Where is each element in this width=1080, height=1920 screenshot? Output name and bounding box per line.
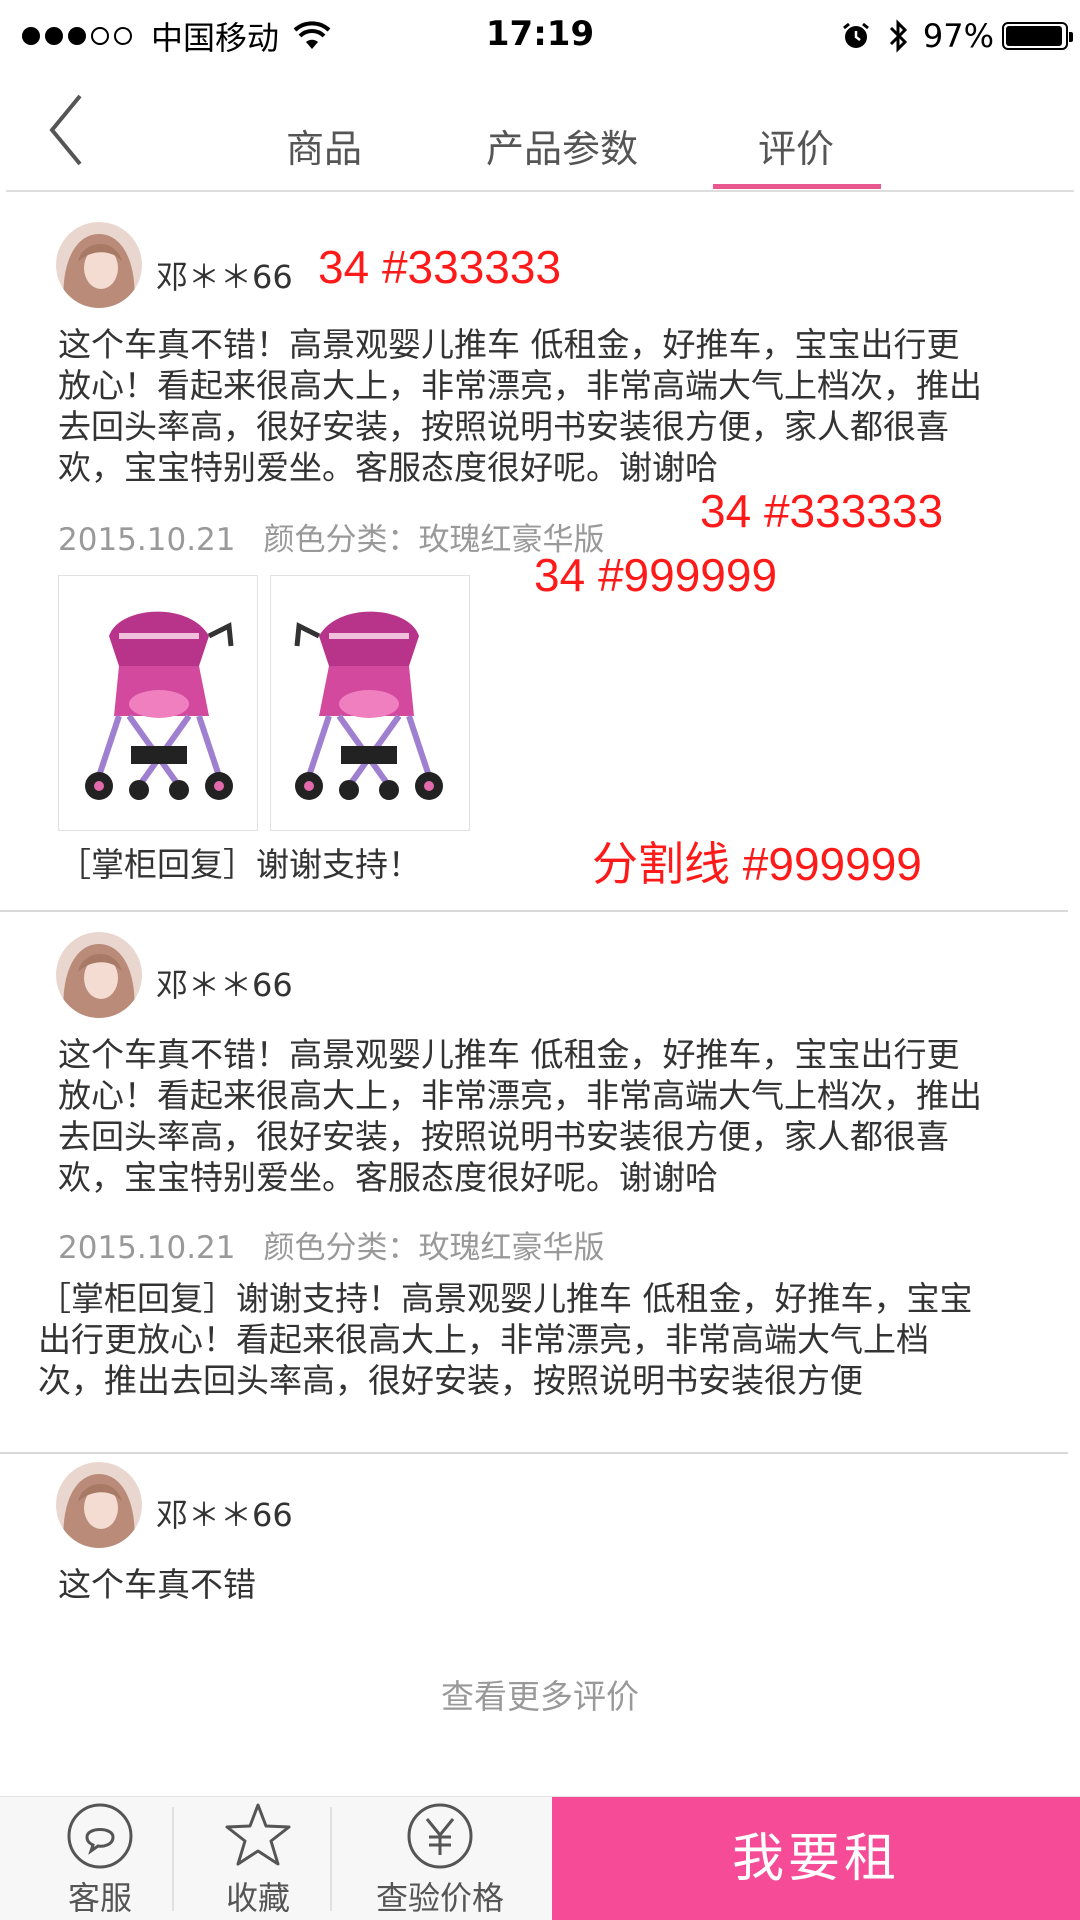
review-photo[interactable] [270, 575, 470, 831]
review-divider [0, 1452, 1068, 1454]
nav-divider [6, 190, 1074, 192]
back-icon[interactable] [46, 92, 86, 168]
review-divider [0, 910, 1068, 912]
service-label: 客服 [67, 1879, 132, 1917]
avatar [56, 1462, 142, 1548]
tab-params[interactable]: 产品参数 [486, 118, 638, 173]
avatar [56, 222, 142, 308]
review-text: 这个车真不错 [58, 1565, 256, 1604]
annotation-label: 34 #333333 [700, 485, 944, 537]
bluetooth-icon [889, 19, 907, 53]
battery-percent: 97% [922, 17, 994, 55]
status-bar: 中国移动 17:19 97% [0, 0, 1080, 70]
nav-bar: 商品 产品参数 评价 [0, 70, 1080, 192]
rent-button[interactable]: 我要租 [552, 1797, 1080, 1920]
review-date: 2015.10.21 [58, 1230, 236, 1266]
review-meta: 2015.10.21 颜色分类：玫瑰红豪华版 [58, 514, 605, 559]
star-icon [225, 1803, 291, 1866]
view-more-reviews-link[interactable]: 查看更多评价 [0, 1670, 1080, 1718]
annotation-label: 34 #999999 [534, 549, 778, 601]
review-photo[interactable] [58, 575, 258, 831]
bottom-action-bar: 客服 收藏 查验价格 我要租 [0, 1796, 1080, 1920]
battery-icon [1002, 22, 1073, 50]
service-button[interactable]: 客服 [30, 1797, 170, 1920]
review-username: 邓＊＊66 [156, 1496, 293, 1534]
check-price-label: 查验价格 [375, 1879, 504, 1917]
chat-icon [67, 1803, 133, 1869]
review-username: 邓＊＊66 [156, 258, 293, 296]
status-right: 97% [841, 14, 1073, 58]
check-price-button[interactable]: 查验价格 [350, 1797, 530, 1920]
favorite-label: 收藏 [225, 1879, 290, 1917]
seller-reply: ［掌柜回复］谢谢支持！高景观婴儿推车 低租金，好推车，宝宝出行更放心！看起来很高… [38, 1279, 973, 1400]
review-meta: 2015.10.21 颜色分类：玫瑰红豪华版 [58, 1222, 605, 1267]
review-text: 这个车真不错！高景观婴儿推车 低租金，好推车，宝宝出行更放心！看起来很高大上，非… [58, 1035, 982, 1197]
bottom-separator [330, 1807, 332, 1911]
review-date: 2015.10.21 [58, 522, 236, 558]
seller-reply: ［掌柜回复］谢谢支持！ [58, 845, 421, 884]
bottom-separator [172, 1807, 174, 1911]
review-username: 邓＊＊66 [156, 966, 293, 1004]
review-variant: 颜色分类：玫瑰红豪华版 [263, 1230, 605, 1266]
yuan-icon [407, 1803, 473, 1869]
avatar [56, 932, 142, 1018]
favorite-button[interactable]: 收藏 [188, 1797, 328, 1920]
review-text: 这个车真不错！高景观婴儿推车 低租金，好推车，宝宝出行更放心！看起来很高大上，非… [58, 325, 982, 487]
tab-goods[interactable]: 商品 [286, 118, 362, 173]
active-tab-indicator [713, 184, 881, 189]
tab-reviews[interactable]: 评价 [758, 118, 834, 173]
annotation-label: 34 #333333 [318, 241, 562, 293]
annotation-label: 分割线 #999999 [592, 838, 922, 890]
alarm-icon [842, 22, 869, 48]
